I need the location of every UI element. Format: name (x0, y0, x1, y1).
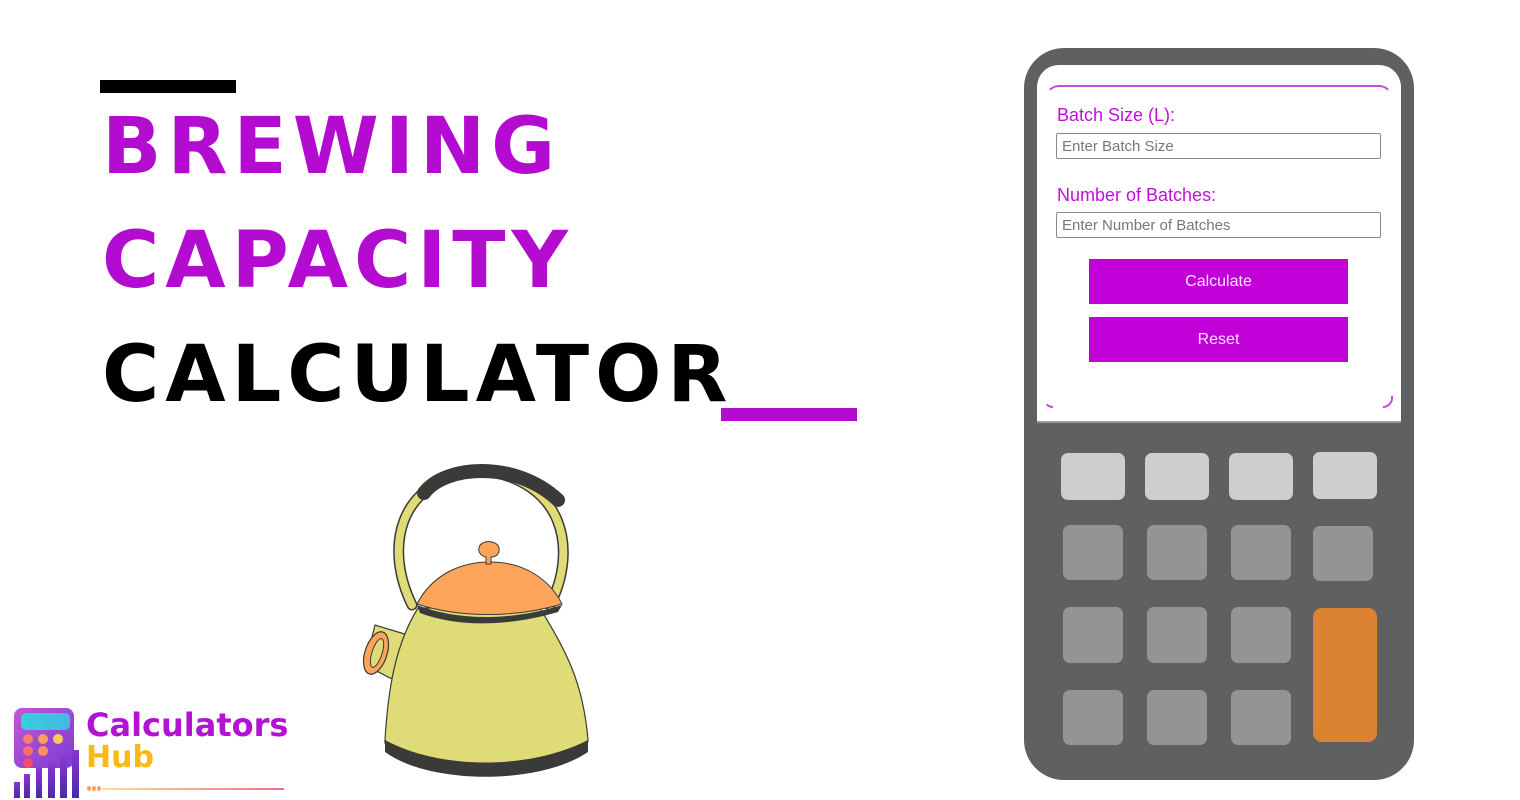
brand-name-secondary: Hub (86, 740, 154, 775)
page-title-line-2: Capacity (102, 216, 574, 306)
page-title-line-3: Calculator (102, 330, 734, 420)
brand-logo[interactable]: Calculators Hub (10, 706, 300, 800)
keypad-key (1145, 453, 1209, 500)
keypad-key (1231, 607, 1291, 663)
keypad-key (1147, 607, 1207, 663)
keypad-key (1313, 452, 1377, 499)
calculate-button[interactable]: Calculate (1089, 259, 1348, 304)
number-of-batches-input[interactable] (1056, 212, 1381, 238)
title-decor-bar-bottom (721, 408, 857, 421)
brand-underline (102, 788, 284, 790)
number-of-batches-label: Number of Batches: (1057, 185, 1217, 205)
keypad-key (1063, 690, 1123, 745)
keypad-key (1147, 690, 1207, 745)
keypad-equals-key (1313, 608, 1377, 742)
keypad-key (1231, 525, 1291, 580)
title-decor-bar-top (100, 80, 236, 93)
keypad-key (1063, 607, 1123, 663)
brand-dots (87, 786, 101, 791)
kettle-icon (362, 464, 589, 777)
keypad-key (1063, 525, 1123, 580)
keypad-key (1231, 690, 1291, 745)
brand-name-primary: Calculators (86, 706, 289, 744)
calculator-logo-icon (14, 708, 79, 798)
batch-size-label: Batch Size (L): (1057, 105, 1176, 125)
keypad-key (1061, 453, 1125, 500)
kettle-body (384, 607, 589, 767)
keypad-key (1147, 525, 1207, 580)
keypad-key (1313, 526, 1373, 581)
keypad-key (1229, 453, 1293, 500)
batch-size-input[interactable] (1056, 133, 1381, 159)
kettle-lid (416, 561, 563, 615)
page-title-line-1: Brewing (102, 102, 562, 192)
reset-button[interactable]: Reset (1089, 317, 1348, 362)
